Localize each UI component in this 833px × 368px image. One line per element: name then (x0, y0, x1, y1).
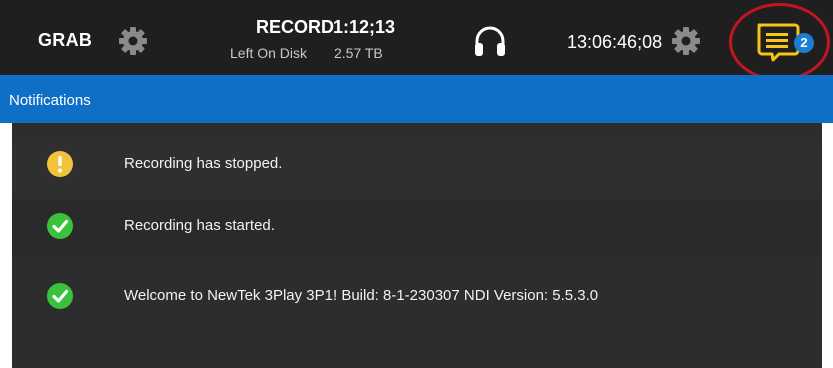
notification-message: Welcome to NewTek 3Play 3P1! Build: 8-1-… (124, 287, 599, 304)
notification-message: Recording has stopped. (124, 155, 283, 172)
grab-settings-gear-icon[interactable] (117, 25, 149, 57)
timecode-display: 13:06:46;08 (567, 32, 663, 52)
notification-item[interactable]: Recording has started. (12, 200, 822, 255)
notifications-header: Notifications (0, 75, 833, 123)
check-circle-icon (46, 212, 74, 240)
top-toolbar: GRAB RECORD 1:12;13 Left On Disk 2.57 TB (0, 0, 833, 81)
timecode-settings-gear-icon[interactable] (670, 25, 702, 57)
headphones-icon[interactable] (472, 24, 508, 58)
notification-item[interactable]: Recording has stopped. (12, 138, 822, 193)
check-circle-icon (46, 282, 74, 310)
notifications-list: Recording has stopped. Recording has sta… (12, 123, 822, 368)
highlight-circle (729, 3, 830, 81)
notification-message: Recording has started. (124, 217, 275, 234)
grab-label[interactable]: GRAB (38, 30, 92, 51)
disk-space-value: 2.57 TB (334, 45, 383, 61)
exclamation-circle-icon (46, 150, 74, 178)
record-label[interactable]: RECORD (256, 17, 334, 38)
disk-space-label: Left On Disk (230, 45, 308, 61)
record-time: 1:12;13 (333, 17, 396, 37)
notification-item[interactable]: Welcome to NewTek 3Play 3P1! Build: 8-1-… (12, 270, 822, 325)
notifications-title: Notifications (9, 92, 91, 109)
